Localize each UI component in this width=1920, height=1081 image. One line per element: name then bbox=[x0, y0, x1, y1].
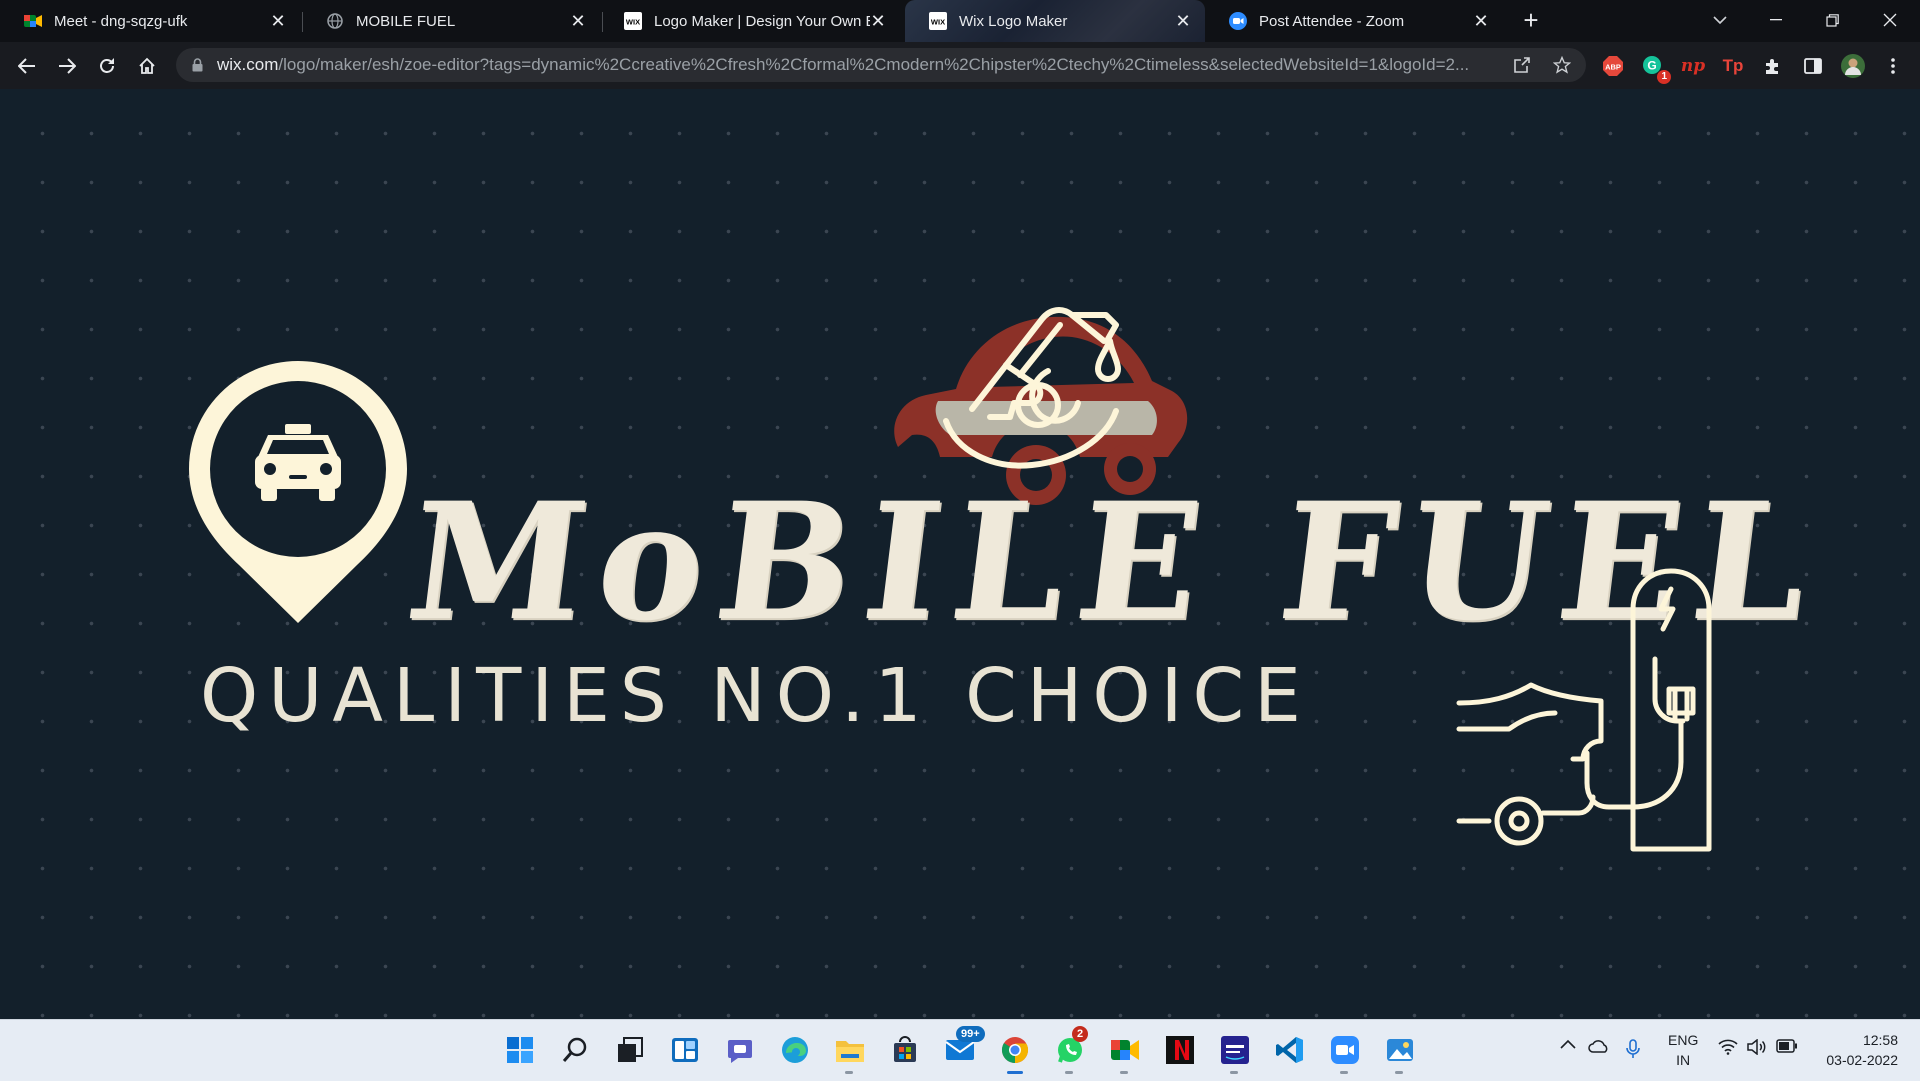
close-tab-icon[interactable]: ✕ bbox=[870, 11, 886, 31]
extension-label: ABP bbox=[1605, 63, 1621, 72]
netflix-icon[interactable] bbox=[1162, 1032, 1198, 1068]
close-window-button[interactable] bbox=[1862, 0, 1918, 40]
clock-time: 12:58 bbox=[1862, 1032, 1898, 1048]
np-extension-icon[interactable]: np bbox=[1679, 52, 1707, 80]
lock-icon[interactable] bbox=[192, 58, 203, 72]
grammarly-icon[interactable]: G 1 bbox=[1639, 52, 1671, 84]
extensions-puzzle-icon[interactable] bbox=[1759, 52, 1787, 80]
running-indicator bbox=[845, 1071, 853, 1074]
profile-avatar[interactable] bbox=[1839, 52, 1867, 80]
whatsapp-unread-badge: 2 bbox=[1072, 1026, 1089, 1042]
tab-mobile-fuel[interactable]: MOBILE FUEL ✕ bbox=[302, 0, 600, 42]
logo-canvas[interactable]: MoBILE FUEL QUALITIES NO.1 CHOICE bbox=[0, 89, 1920, 1019]
start-windows-icon[interactable] bbox=[502, 1032, 538, 1068]
input-language-indicator[interactable]: ENG IN bbox=[1668, 1030, 1698, 1070]
tab-title: Logo Maker | Design Your Own B bbox=[654, 12, 870, 30]
tab-logo-maker[interactable]: WIX Logo Maker | Design Your Own B ✕ bbox=[600, 0, 900, 42]
running-indicator bbox=[1120, 1071, 1128, 1074]
kebab-menu-icon[interactable] bbox=[1879, 52, 1907, 80]
vscode-icon[interactable] bbox=[1272, 1032, 1308, 1068]
mail-unread-badge: 99+ bbox=[956, 1026, 985, 1042]
running-indicator bbox=[1230, 1071, 1238, 1074]
amazon-music-icon[interactable] bbox=[1217, 1032, 1253, 1074]
file-explorer-icon[interactable] bbox=[832, 1032, 868, 1074]
svg-text:WIX: WIX bbox=[931, 18, 945, 27]
side-panel-icon[interactable] bbox=[1799, 52, 1827, 80]
tab-search-chevron-icon[interactable] bbox=[1692, 0, 1748, 40]
wix-icon: WIX bbox=[624, 12, 642, 30]
teams-chat-icon[interactable] bbox=[722, 1032, 758, 1068]
onedrive-cloud-icon[interactable] bbox=[1588, 1039, 1610, 1053]
browser-toolbar: wix.com/logo/maker/esh/zoe-editor?tags=d… bbox=[0, 42, 1920, 90]
adblock-plus-icon[interactable]: ABP bbox=[1599, 52, 1627, 80]
globe-icon bbox=[326, 12, 344, 30]
task-view-icon[interactable] bbox=[612, 1032, 648, 1068]
zoom-taskbar-icon[interactable] bbox=[1327, 1032, 1363, 1074]
active-indicator bbox=[1007, 1071, 1023, 1074]
tab-wix-logo-maker[interactable]: WIX Wix Logo Maker ✕ bbox=[905, 0, 1205, 42]
search-icon[interactable] bbox=[557, 1032, 593, 1068]
close-tab-icon[interactable]: ✕ bbox=[570, 11, 586, 31]
wix-icon: WIX bbox=[929, 12, 947, 30]
close-tab-icon[interactable]: ✕ bbox=[270, 11, 286, 31]
bookmark-star-icon[interactable] bbox=[1548, 51, 1576, 79]
photos-icon[interactable] bbox=[1382, 1032, 1418, 1074]
battery-icon[interactable] bbox=[1776, 1039, 1798, 1053]
region-code: IN bbox=[1676, 1052, 1691, 1068]
back-button[interactable] bbox=[11, 50, 43, 82]
home-button[interactable] bbox=[131, 50, 163, 82]
tab-title: Post Attendee - Zoom bbox=[1259, 12, 1405, 30]
edge-browser-icon[interactable] bbox=[777, 1032, 813, 1068]
microsoft-store-icon[interactable] bbox=[887, 1032, 923, 1068]
close-tab-icon[interactable]: ✕ bbox=[1175, 11, 1191, 31]
svg-text:G: G bbox=[1647, 59, 1656, 73]
url-path: /logo/maker/esh/zoe-editor?tags=dynamic%… bbox=[278, 55, 1470, 74]
tab-zoom[interactable]: Post Attendee - Zoom ✕ bbox=[1205, 0, 1503, 42]
clock-date: 03-02-2022 bbox=[1826, 1052, 1898, 1068]
restore-button[interactable] bbox=[1804, 0, 1860, 40]
mail-icon[interactable]: 99+ bbox=[942, 1026, 985, 1068]
tab-meet[interactable]: Meet - dng-sqzg-ufk ✕ bbox=[0, 0, 300, 42]
url-text: wix.com/logo/maker/esh/zoe-editor?tags=d… bbox=[217, 55, 1537, 75]
chrome-icon[interactable] bbox=[997, 1032, 1033, 1074]
microphone-icon[interactable] bbox=[1626, 1039, 1640, 1059]
extension-label: np bbox=[1680, 56, 1706, 76]
url-host: wix.com bbox=[217, 55, 279, 74]
google-meet-taskbar-icon[interactable] bbox=[1107, 1032, 1143, 1074]
whatsapp-icon[interactable]: 2 bbox=[1052, 1026, 1089, 1074]
wifi-icon[interactable] bbox=[1718, 1039, 1738, 1055]
running-indicator bbox=[1340, 1071, 1348, 1074]
widgets-icon[interactable] bbox=[667, 1032, 703, 1068]
reload-button[interactable] bbox=[91, 50, 123, 82]
share-icon[interactable] bbox=[1508, 51, 1536, 79]
tp-extension-icon[interactable]: Tp bbox=[1719, 52, 1747, 80]
tab-title: MOBILE FUEL bbox=[356, 12, 456, 30]
forward-button[interactable] bbox=[51, 50, 83, 82]
language-code: ENG bbox=[1668, 1032, 1699, 1048]
tab-title: Meet - dng-sqzg-ufk bbox=[54, 12, 188, 30]
running-indicator bbox=[1065, 1071, 1073, 1074]
close-tab-icon[interactable]: ✕ bbox=[1473, 11, 1489, 31]
extension-badge: 1 bbox=[1657, 70, 1671, 84]
windows-taskbar: 99+ 2 ENG IN 12:58 03-02-2022 bbox=[0, 1019, 1920, 1081]
tab-title: Wix Logo Maker bbox=[959, 12, 1068, 30]
location-pin-taxi-icon bbox=[185, 357, 411, 634]
volume-icon[interactable] bbox=[1747, 1039, 1767, 1055]
system-clock[interactable]: 12:58 03-02-2022 bbox=[1826, 1030, 1898, 1070]
running-indicator bbox=[1395, 1071, 1403, 1074]
logo-tagline[interactable]: QUALITIES NO.1 CHOICE bbox=[200, 659, 1311, 733]
minimize-button[interactable] bbox=[1748, 0, 1804, 40]
tab-strip: Meet - dng-sqzg-ufk ✕ MOBILE FUEL ✕ WIX … bbox=[0, 0, 1920, 42]
svg-text:WIX: WIX bbox=[626, 18, 640, 27]
zoom-icon bbox=[1229, 12, 1247, 30]
show-hidden-icons-chevron-icon[interactable] bbox=[1560, 1039, 1576, 1049]
address-bar[interactable]: wix.com/logo/maker/esh/zoe-editor?tags=d… bbox=[176, 48, 1586, 82]
extension-label: Tp bbox=[1722, 56, 1744, 75]
google-meet-icon bbox=[24, 12, 42, 30]
ev-charging-station-icon bbox=[1455, 559, 1715, 864]
new-tab-button[interactable]: + bbox=[1503, 0, 1559, 40]
